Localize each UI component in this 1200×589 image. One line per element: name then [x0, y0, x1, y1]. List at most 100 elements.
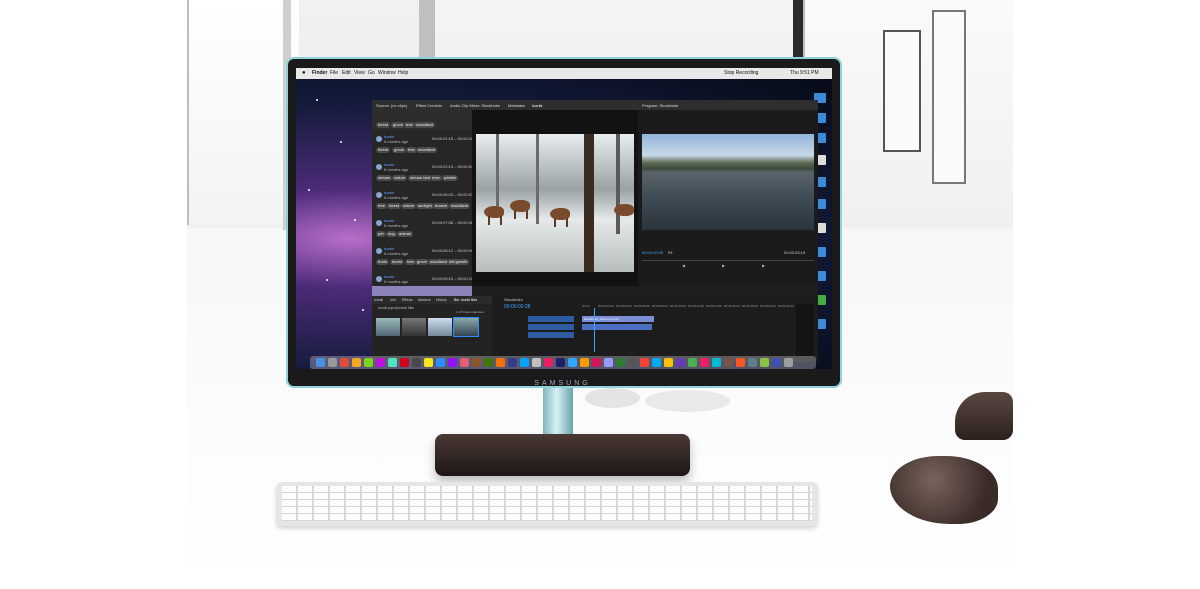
- audio-meters: [796, 304, 814, 356]
- app-icon[interactable]: [352, 358, 361, 367]
- app-icon[interactable]: [448, 358, 457, 367]
- play-icon[interactable]: ▶: [722, 263, 725, 268]
- menu-help[interactable]: Help: [398, 70, 408, 76]
- menu-file[interactable]: File: [330, 70, 338, 76]
- audio-clip[interactable]: [582, 324, 652, 330]
- app-icon[interactable]: [616, 358, 625, 367]
- app-icon[interactable]: [592, 358, 601, 367]
- comment-entry[interactable]: iconik 6 months ago 00:00:08:12 – 00:00:…: [372, 244, 479, 272]
- star: [326, 279, 328, 281]
- tab-audio-clip-mixer[interactable]: Audio Clip Mixer: Stockholm: [450, 103, 500, 108]
- menu-edit[interactable]: Edit: [342, 70, 351, 76]
- app-icon[interactable]: [544, 358, 553, 367]
- playhead[interactable]: [594, 308, 595, 352]
- menu-view[interactable]: View: [354, 70, 365, 76]
- tab-bin-iconik-files[interactable]: Bin: iconik files: [454, 298, 477, 302]
- avatar: [376, 192, 382, 198]
- star: [316, 99, 318, 101]
- app-icon[interactable]: [508, 358, 517, 367]
- tab-effect-controls[interactable]: Effect Controls: [416, 103, 442, 108]
- timeline-timecode: 00:00:00:28: [504, 304, 531, 310]
- time-ruler[interactable]: 00:00 00:00:02:00 00:00:04:00 00:00:06:0…: [582, 304, 794, 309]
- office-scene: SAMSUNG ● Finder File Edit View Go Windo…: [0, 0, 1200, 589]
- stop-recording[interactable]: Stop Recording: [724, 70, 758, 76]
- app-icon[interactable]: [472, 358, 481, 367]
- app-icon[interactable]: [724, 358, 733, 367]
- search-tag[interactable]: forest: [376, 122, 391, 128]
- star: [308, 189, 310, 191]
- app-icon[interactable]: [568, 358, 577, 367]
- app-icon[interactable]: [628, 358, 637, 367]
- app-icon[interactable]: [664, 358, 673, 367]
- tab-info[interactable]: Info: [390, 298, 396, 302]
- app-icon[interactable]: [484, 358, 493, 367]
- tab-iconik-bin[interactable]: Iconik: [374, 298, 383, 302]
- tab-source[interactable]: Source: (no clips): [376, 103, 407, 108]
- app-icon[interactable]: [400, 358, 409, 367]
- step-forward-icon[interactable]: ▶: [762, 263, 765, 268]
- tab-markers[interactable]: Markers: [418, 298, 431, 302]
- finder-icon[interactable]: [316, 358, 325, 367]
- app-icon[interactable]: [436, 358, 445, 367]
- search-tag[interactable]: grove: [391, 122, 406, 128]
- track-header-a1[interactable]: [528, 332, 574, 338]
- app-icon[interactable]: [580, 358, 589, 367]
- app-icon[interactable]: [376, 358, 385, 367]
- stockholm-water-frame: [642, 134, 814, 230]
- program-fit-select[interactable]: Fit: [668, 250, 672, 255]
- app-icon[interactable]: [688, 358, 697, 367]
- tab-iconik[interactable]: Iconik: [532, 103, 542, 108]
- app-icon[interactable]: [700, 358, 709, 367]
- panel-scroll-strip[interactable]: [372, 286, 472, 296]
- mac-dock: [310, 356, 816, 369]
- tab-metadata[interactable]: Metadata: [508, 103, 525, 108]
- video-clip[interactable]: Stockholm_dinner.mp4 [V]: [582, 316, 654, 322]
- app-icon[interactable]: [364, 358, 373, 367]
- app-icon[interactable]: [412, 358, 421, 367]
- clip-thumbnail[interactable]: [428, 318, 452, 336]
- comment-entry[interactable]: iconik 6 months ago 00:00:02:13 – 00:00:…: [372, 160, 479, 188]
- app-icon[interactable]: [736, 358, 745, 367]
- app-icon[interactable]: [424, 358, 433, 367]
- app-icon[interactable]: [772, 358, 781, 367]
- clip-thumbnail[interactable]: [376, 318, 400, 336]
- premiere-icon[interactable]: [556, 358, 565, 367]
- tab-history[interactable]: History: [436, 298, 447, 302]
- app-icon[interactable]: [640, 358, 649, 367]
- app-icon[interactable]: [604, 358, 613, 367]
- comment-entry[interactable]: iconik 6 months ago 00:00:01:15 – 00:00:…: [372, 132, 479, 160]
- launchpad-icon[interactable]: [328, 358, 337, 367]
- star: [340, 141, 342, 143]
- program-title: Program: Stockholm: [642, 103, 679, 108]
- app-icon[interactable]: [496, 358, 505, 367]
- app-icon[interactable]: [760, 358, 769, 367]
- app-icon[interactable]: [652, 358, 661, 367]
- wall-picture: [883, 30, 921, 152]
- comment-entry[interactable]: iconik 6 months ago 00:00:07:08 – 00:00:…: [372, 216, 479, 244]
- app-icon[interactable]: [532, 358, 541, 367]
- project-bin: Iconik Info Effects Markers History Bin:…: [372, 296, 492, 362]
- app-icon[interactable]: [748, 358, 757, 367]
- app-icon[interactable]: [712, 358, 721, 367]
- search-tag[interactable]: woodland: [414, 122, 436, 128]
- app-icon[interactable]: [340, 358, 349, 367]
- trash-icon[interactable]: [784, 358, 793, 367]
- app-icon[interactable]: [460, 358, 469, 367]
- track-header-v2[interactable]: [528, 316, 574, 322]
- step-back-icon[interactable]: ◀: [682, 263, 685, 268]
- menu-app[interactable]: Finder: [312, 70, 327, 76]
- app-icon[interactable]: [388, 358, 397, 367]
- app-icon[interactable]: [520, 358, 529, 367]
- app-icon[interactable]: [676, 358, 685, 367]
- sequence-tab[interactable]: Stockholm: [504, 297, 523, 302]
- monitor-brand: SAMSUNG: [534, 380, 591, 387]
- comment-entry[interactable]: iconik 6 months ago 00:00:06:03 – 00:00:…: [372, 188, 479, 216]
- tab-effects[interactable]: Effects: [402, 298, 413, 302]
- clip-thumbnail-selected[interactable]: [453, 317, 479, 337]
- apple-icon[interactable]: ●: [302, 70, 306, 76]
- clip-thumbnail[interactable]: [402, 318, 426, 336]
- menu-window[interactable]: Window: [378, 70, 396, 76]
- bin-selection-count: 1 of 5 items selected: [456, 310, 484, 314]
- menu-go[interactable]: Go: [368, 70, 375, 76]
- track-header-v1[interactable]: [528, 324, 574, 330]
